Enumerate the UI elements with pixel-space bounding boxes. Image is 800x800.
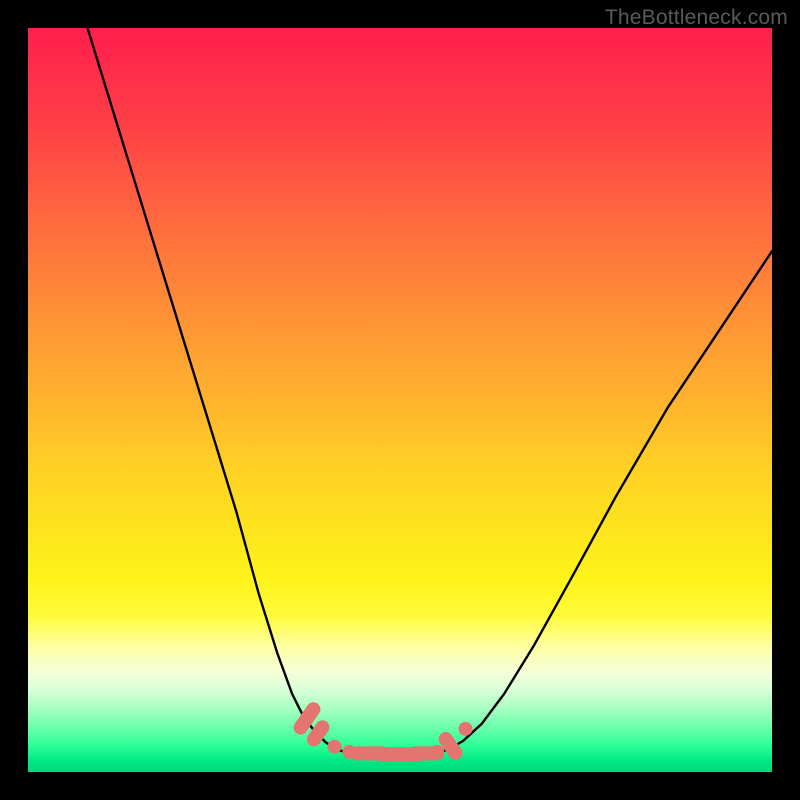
marker-dot bbox=[430, 745, 444, 759]
chart-frame: TheBottleneck.com bbox=[0, 0, 800, 800]
curve-layer bbox=[28, 28, 772, 772]
plot-area bbox=[28, 28, 772, 772]
marker-pill bbox=[446, 739, 456, 753]
marker-dot bbox=[328, 740, 342, 754]
watermark-text: TheBottleneck.com bbox=[605, 6, 788, 30]
marker-dot bbox=[458, 722, 472, 736]
marker-pill bbox=[314, 727, 323, 739]
curve-path bbox=[88, 28, 772, 755]
bottleneck-markers bbox=[301, 709, 473, 759]
bottleneck-curve bbox=[88, 28, 772, 755]
